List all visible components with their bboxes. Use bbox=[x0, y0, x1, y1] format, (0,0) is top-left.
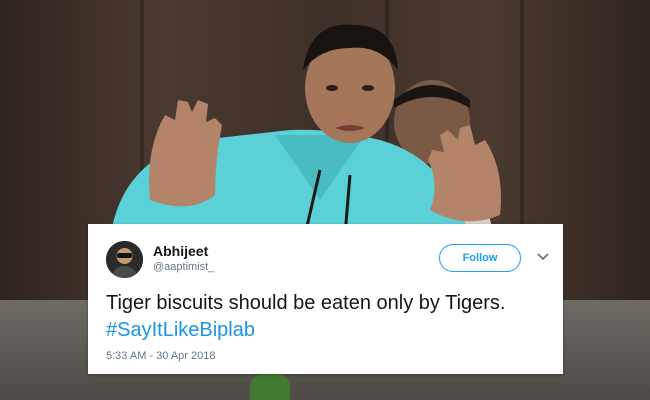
tweet-timestamp[interactable]: 5:33 AM - 30 Apr 2018 bbox=[106, 350, 215, 362]
tweet-card: Abhijeet @aaptimist_ Follow Tiger biscui… bbox=[88, 224, 563, 374]
speaker-left-hand bbox=[149, 100, 222, 207]
follow-button[interactable]: Follow bbox=[439, 244, 521, 272]
tweet-user-name[interactable]: Abhijeet bbox=[153, 243, 208, 259]
tweet-hashtag-link[interactable]: #SayItLikeBiplab bbox=[106, 319, 255, 341]
plant bbox=[250, 372, 290, 400]
chevron-down-icon[interactable] bbox=[535, 250, 551, 264]
user-avatar-icon[interactable] bbox=[106, 241, 143, 278]
tweet-text: Tiger biscuits should be eaten only by T… bbox=[106, 290, 556, 344]
tweet-user-handle[interactable]: @aaptimist_ bbox=[153, 261, 214, 273]
tweet-text-main: Tiger biscuits should be eaten only by T… bbox=[106, 292, 506, 314]
